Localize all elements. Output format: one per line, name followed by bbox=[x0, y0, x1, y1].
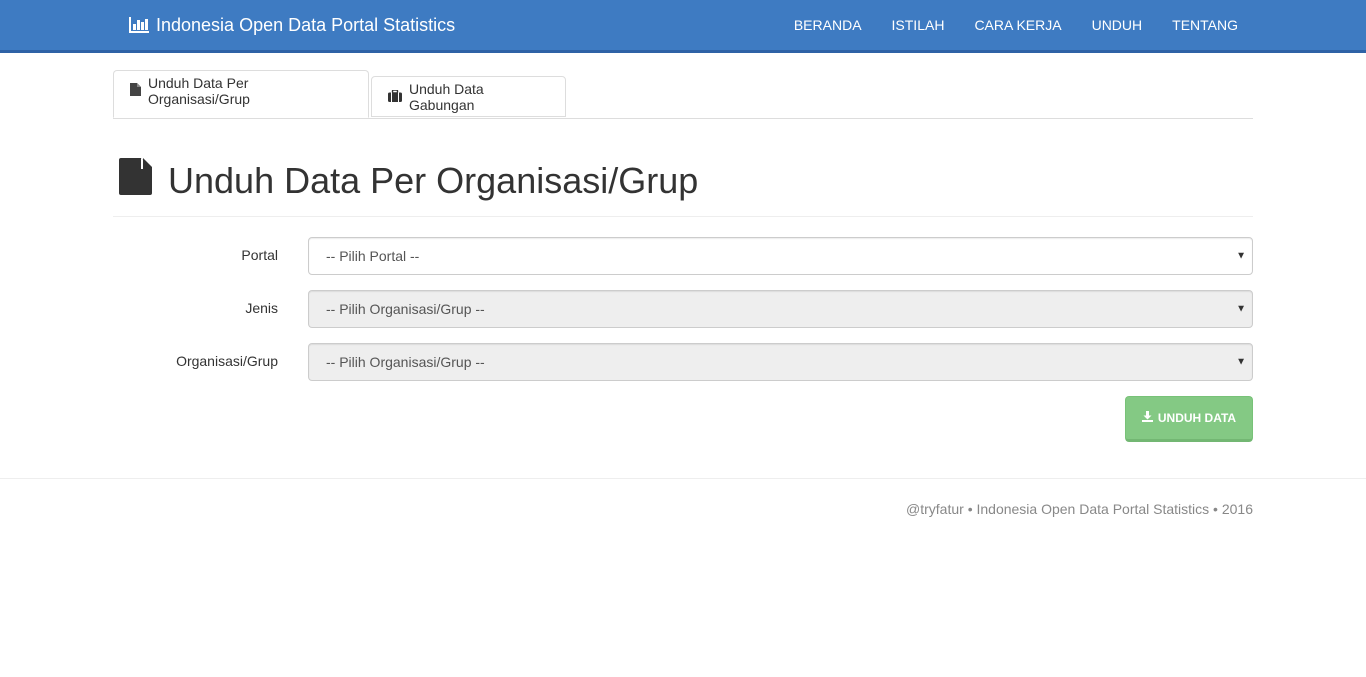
portal-select[interactable]: -- Pilih Portal -- ▼ bbox=[308, 237, 1253, 275]
bar-chart-icon bbox=[129, 17, 149, 33]
jenis-label: Jenis bbox=[245, 300, 278, 316]
tab-label: Unduh Data Per Organisasi/Grup bbox=[148, 75, 250, 107]
nav-link-istilah[interactable]: ISTILAH bbox=[877, 0, 960, 50]
file-icon bbox=[130, 83, 141, 99]
jenis-select-value: -- Pilih Organisasi/Grup -- bbox=[326, 301, 485, 317]
download-icon bbox=[1141, 411, 1153, 425]
chevron-down-icon: ▼ bbox=[1236, 303, 1246, 315]
title-divider bbox=[113, 216, 1253, 217]
nav-link-cara-kerja[interactable]: CARA KERJA bbox=[959, 0, 1076, 50]
footer-text: @tryfatur • Indonesia Open Data Portal S… bbox=[906, 501, 1253, 517]
portal-select-value: -- Pilih Portal -- bbox=[326, 248, 420, 264]
brand-title: Indonesia Open Data Portal Statistics bbox=[156, 14, 456, 35]
brand-link[interactable]: Indonesia Open Data Portal Statistics bbox=[129, 0, 455, 50]
tab-per-organisasi[interactable]: Unduh Data Per Organisasi/Grup bbox=[113, 70, 369, 118]
jenis-select[interactable]: -- Pilih Organisasi/Grup -- ▼ bbox=[308, 290, 1253, 328]
organisasi-select-value: -- Pilih Organisasi/Grup -- bbox=[326, 354, 485, 370]
nav-link-beranda[interactable]: BERANDA bbox=[779, 0, 877, 50]
tab-gabungan[interactable]: Unduh Data Gabungan bbox=[371, 76, 566, 117]
chevron-down-icon: ▼ bbox=[1236, 356, 1246, 368]
tab-bar: Unduh Data Per Organisasi/Grup Unduh Dat… bbox=[113, 70, 1253, 119]
navbar: Indonesia Open Data Portal Statistics BE… bbox=[0, 0, 1366, 53]
page-title-text: Unduh Data Per Organisasi/Grup bbox=[168, 160, 699, 201]
unduh-data-button[interactable]: UNDUH DATA bbox=[1125, 396, 1253, 442]
file-icon bbox=[119, 158, 152, 204]
page-title: Unduh Data Per Organisasi/Grup bbox=[119, 158, 698, 204]
organisasi-label: Organisasi/Grup bbox=[176, 353, 278, 369]
nav-link-tentang[interactable]: TENTANG bbox=[1157, 0, 1238, 50]
nav-links: BERANDA ISTILAH CARA KERJA UNDUH TENTANG bbox=[779, 0, 1238, 50]
portal-label: Portal bbox=[241, 247, 278, 263]
briefcase-icon bbox=[388, 88, 402, 105]
footer-divider bbox=[0, 478, 1366, 479]
nav-link-unduh[interactable]: UNDUH bbox=[1077, 0, 1158, 50]
chevron-down-icon: ▼ bbox=[1236, 250, 1246, 262]
organisasi-select[interactable]: -- Pilih Organisasi/Grup -- ▼ bbox=[308, 343, 1253, 381]
unduh-data-label: UNDUH DATA bbox=[1157, 411, 1237, 425]
tab-label: Unduh Data Gabungan bbox=[409, 80, 484, 113]
